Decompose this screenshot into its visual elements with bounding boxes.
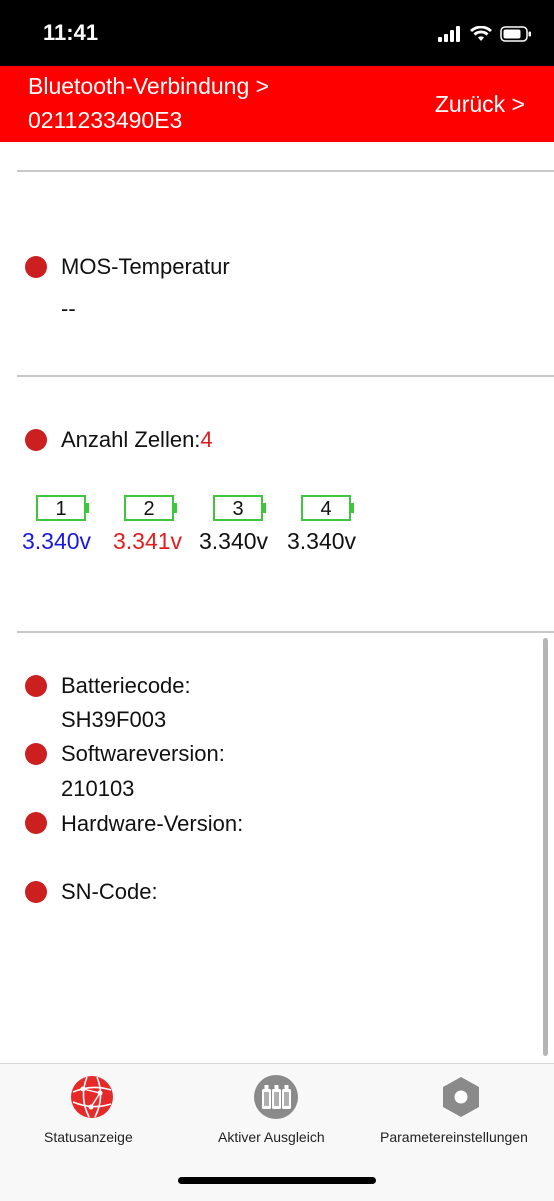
tab-aktiver-ausgleich-label: Aktiver Ausgleich [218,1129,325,1145]
tab-parametereinstellungen[interactable]: Parametereinstellungen [370,1064,554,1154]
cell-count-label: Anzahl Zellen: [61,427,201,452]
divider [17,375,554,377]
battery-code-label: Batteriecode: [61,673,191,698]
status-dot [25,743,47,765]
battery-code-value: SH39F003 [61,707,167,732]
divider [17,170,554,172]
battery-status-icon [500,26,531,42]
bluetooth-connection-link[interactable]: Bluetooth-Verbindung > [28,73,269,100]
mos-temperature-label: MOS-Temperatur [61,254,230,279]
connection-header: Bluetooth-Verbindung > 0211233490E3 Zurü… [0,66,554,142]
cell-count-row: Anzahl Zellen:4 [61,427,213,453]
globe-network-icon [71,1076,113,1118]
cell-battery-icon: 1 [36,495,89,521]
status-dot [25,812,47,834]
wifi-icon [470,26,492,41]
software-version-value: 210103 [61,776,135,801]
cell-voltage: 3.341v [113,528,183,554]
status-icons [438,23,532,45]
back-button[interactable]: Zurück > [435,91,525,118]
software-version-label: Softwareversion: [61,741,225,766]
tab-aktiver-ausgleich[interactable]: Aktiver Ausgleich [184,1064,370,1154]
cell-voltage: 3.340v [199,528,269,554]
cell-number: 1 [55,498,66,520]
cell-battery-icon: 2 [124,495,177,521]
cell-voltage: 3.340v [22,528,92,554]
scrollbar[interactable] [543,638,548,1056]
device-id: 0211233490E3 [28,107,183,133]
tab-statusanzeige[interactable]: Statusanzeige [0,1064,184,1154]
status-dot [25,675,47,697]
cell-voltage: 3.340v [287,528,357,554]
home-indicator [178,1177,376,1184]
cell-number: 4 [320,498,331,520]
battery-pack-icon [254,1075,298,1119]
cell-battery-icon: 3 [213,495,266,521]
cell-count-value: 4 [200,427,213,452]
hardware-version-label: Hardware-Version: [61,811,244,836]
status-dot [25,881,47,903]
cell-battery-icon: 4 [301,495,354,521]
cell-number: 2 [143,498,154,520]
tab-parametereinstellungen-label: Parametereinstellungen [380,1129,528,1145]
divider [17,631,554,633]
tab-statusanzeige-label: Statusanzeige [44,1129,133,1145]
sn-code-label: SN-Code: [61,879,158,904]
cell-number: 3 [232,498,243,520]
settings-hexagon-icon [443,1077,479,1117]
status-dot [25,429,47,451]
status-bar: 11:41 [0,0,554,66]
status-time: 11:41 [43,20,99,45]
status-dot [25,256,47,278]
mos-temperature-value: -- [61,296,76,321]
signal-icon [438,26,460,42]
